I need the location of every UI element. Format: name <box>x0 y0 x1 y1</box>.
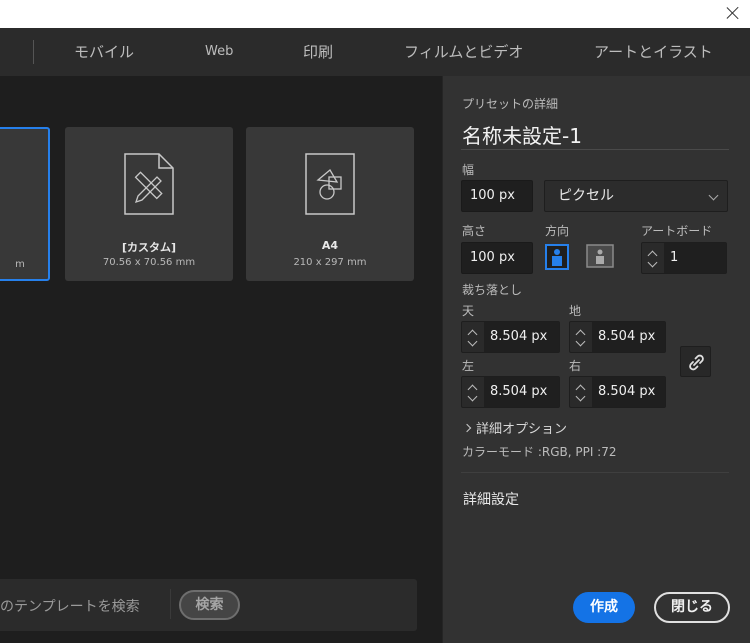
landscape-orientation-icon[interactable] <box>586 244 614 270</box>
artboard-stepper[interactable]: 1 <box>641 242 727 274</box>
width-label: 幅 <box>462 163 475 177</box>
width-input[interactable]: 100 px <box>461 180 533 212</box>
tab-film-video[interactable]: フィルムとビデオ <box>404 28 523 76</box>
create-button[interactable]: 作成 <box>573 592 635 623</box>
bleed-top-stepper[interactable]: 8.504 px <box>461 321 560 353</box>
link-bleed-button[interactable] <box>680 346 711 377</box>
advanced-options-label: 詳細オプション <box>476 422 568 437</box>
tab-mobile[interactable]: モバイル <box>74 28 134 76</box>
bleed-top-input[interactable]: 8.504 px <box>484 322 559 352</box>
bleed-left-stepper[interactable]: 8.504 px <box>461 376 560 408</box>
preset-details-header: プリセットの詳細 <box>462 97 559 111</box>
bleed-label: 裁ち落とし <box>462 283 523 297</box>
window-close-icon[interactable] <box>724 4 742 22</box>
preset-card-title: A4 <box>321 239 339 252</box>
a4-document-icon <box>305 153 355 215</box>
template-search-bar: 他のテンプレートを検索 検索 <box>0 579 417 631</box>
portrait-orientation-icon[interactable] <box>545 244 571 270</box>
unit-select[interactable]: ピクセル <box>544 180 728 212</box>
section-divider <box>461 472 729 473</box>
name-underline <box>461 149 729 150</box>
preset-card-selected[interactable]: m <box>0 127 50 281</box>
advanced-settings-button[interactable]: 詳細設定 <box>463 489 519 509</box>
stepper-arrows-icon[interactable] <box>570 377 592 407</box>
template-gallery: m [カスタム] 70.56 x 70.56 mm A4 210 x 297 m… <box>0 76 442 643</box>
bleed-right-input[interactable]: 8.504 px <box>592 377 665 407</box>
bleed-left-input[interactable]: 8.504 px <box>484 377 559 407</box>
tab-web[interactable]: Web <box>205 28 233 76</box>
stepper-arrows-icon[interactable] <box>462 377 484 407</box>
close-button[interactable]: 閉じる <box>654 592 730 623</box>
color-mode-info: カラーモード :RGB, PPI :72 <box>462 445 617 459</box>
category-nav: モバイル Web 印刷 フィルムとビデオ アートとイラスト <box>0 28 750 76</box>
document-name-input[interactable]: 名称未設定-1 <box>462 120 582 149</box>
stepper-arrows-icon[interactable] <box>570 322 592 352</box>
artboard-label: アートボード <box>641 224 713 238</box>
preset-card-a4[interactable]: A4 210 x 297 mm <box>246 127 414 281</box>
artboard-input[interactable]: 1 <box>664 243 726 273</box>
bleed-top-label: 天 <box>462 304 475 318</box>
bleed-right-label: 右 <box>569 359 582 373</box>
tab-print[interactable]: 印刷 <box>303 28 333 76</box>
preset-card-title: [カスタム] <box>121 241 177 254</box>
preset-details-panel: プリセットの詳細 名称未設定-1 幅 100 px ピクセル 高さ 100 px… <box>442 76 750 643</box>
orientation-label: 方向 <box>545 224 570 238</box>
tab-art-illustration[interactable]: アートとイラスト <box>594 28 713 76</box>
chevron-down-icon <box>708 190 719 201</box>
bleed-bottom-stepper[interactable]: 8.504 px <box>569 321 666 353</box>
template-search-input[interactable]: 他のテンプレートを検索 <box>0 596 140 616</box>
bleed-bottom-label: 地 <box>569 304 582 318</box>
unit-select-value: ピクセル <box>558 188 614 204</box>
link-icon <box>689 354 704 371</box>
bleed-bottom-input[interactable]: 8.504 px <box>592 322 665 352</box>
preset-card-size: 210 x 297 mm <box>293 257 367 268</box>
stepper-arrows-icon[interactable] <box>642 243 664 273</box>
height-label: 高さ <box>462 224 487 238</box>
window-title-bar <box>0 0 750 28</box>
nav-divider <box>33 40 34 64</box>
search-button[interactable]: 検索 <box>179 590 240 620</box>
chevron-right-icon <box>462 423 472 433</box>
height-input[interactable]: 100 px <box>461 242 533 274</box>
advanced-options-toggle[interactable]: 詳細オプション <box>462 418 568 437</box>
bleed-left-label: 左 <box>462 359 475 373</box>
stepper-arrows-icon[interactable] <box>462 322 484 352</box>
preset-card-size: m <box>15 259 25 270</box>
preset-card-custom[interactable]: [カスタム] 70.56 x 70.56 mm <box>65 127 233 281</box>
custom-document-icon <box>124 153 174 215</box>
search-divider <box>170 589 171 619</box>
bleed-right-stepper[interactable]: 8.504 px <box>569 376 666 408</box>
preset-card-size: 70.56 x 70.56 mm <box>102 257 196 268</box>
